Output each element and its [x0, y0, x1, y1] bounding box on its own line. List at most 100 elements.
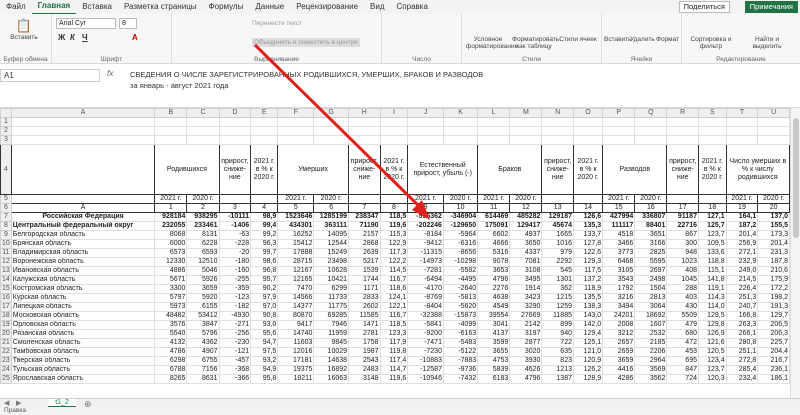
year-cell[interactable] [250, 194, 279, 204]
data-cell[interactable]: 114,5 [379, 266, 409, 276]
column-number[interactable]: 18 [697, 203, 727, 213]
data-cell[interactable]: 126,6 [572, 212, 604, 222]
data-cell[interactable]: 121,6 [697, 338, 727, 348]
data-cell[interactable]: 3064 [634, 302, 668, 312]
year-cell[interactable] [697, 194, 727, 204]
column-header[interactable]: B [154, 108, 188, 118]
data-cell[interactable]: 99,7 [250, 248, 279, 258]
data-cell[interactable]: 142,0 [572, 320, 604, 330]
data-cell[interactable]: 4786 [154, 347, 188, 357]
data-cell[interactable]: 15249 [313, 248, 350, 258]
data-cell[interactable]: 5671 [154, 275, 188, 285]
data-cell[interactable]: 1213 [541, 365, 574, 375]
column-header[interactable]: G [313, 108, 350, 118]
cell[interactable] [218, 117, 252, 127]
data-cell[interactable]: 724 [666, 374, 699, 384]
data-cell[interactable]: -230 [218, 338, 252, 348]
column-header[interactable]: E [250, 108, 279, 118]
data-cell[interactable]: 7081 [509, 257, 543, 267]
bold-button[interactable]: Ж [58, 33, 65, 42]
column-number[interactable]: А [10, 203, 156, 213]
cell[interactable] [218, 135, 252, 145]
column-header[interactable]: T [725, 108, 759, 118]
data-cell[interactable]: 11603 [277, 338, 315, 348]
data-cell[interactable]: 116,7 [379, 275, 409, 285]
data-cell[interactable]: 122,1 [379, 302, 409, 312]
data-cell[interactable]: 3650 [509, 239, 543, 249]
data-cell[interactable]: 722 [541, 338, 574, 348]
column-number[interactable]: 15 [602, 203, 636, 213]
cell[interactable] [10, 126, 156, 136]
data-cell[interactable]: 117,9 [379, 338, 409, 348]
data-cell[interactable]: -2640 [442, 284, 479, 294]
region-name[interactable]: Тверская область [10, 356, 156, 366]
cell[interactable] [602, 126, 636, 136]
row-header[interactable]: 3 [0, 135, 12, 145]
row-header[interactable]: 11 [0, 248, 12, 258]
region-name[interactable]: Костромская область [10, 284, 156, 294]
row-header[interactable]: 13 [0, 266, 12, 276]
data-cell[interactable]: 48482 [154, 311, 188, 321]
data-cell[interactable]: 2483 [348, 365, 381, 375]
data-cell[interactable]: -1406 [218, 221, 252, 231]
cell[interactable]: 2021 г. в % к 2020 г. [697, 144, 727, 195]
data-cell[interactable]: 3659 [602, 356, 636, 366]
data-cell[interactable]: 635 [541, 347, 574, 357]
column-number[interactable]: 16 [634, 203, 668, 213]
data-cell[interactable]: 1504 [634, 284, 668, 294]
region-name[interactable]: Белгородская область [10, 230, 156, 240]
data-cell[interactable]: 175091 [477, 221, 511, 231]
data-cell[interactable]: 115,1 [697, 266, 727, 276]
data-cell[interactable]: -5483 [442, 338, 479, 348]
region-name[interactable]: Тамбовская область [10, 347, 156, 357]
cell[interactable] [634, 126, 668, 136]
column-header[interactable]: C [186, 108, 220, 118]
data-cell[interactable]: 5920 [186, 293, 220, 303]
data-cell[interactable]: 114,0 [697, 302, 727, 312]
data-cell[interactable]: 14740 [277, 329, 315, 339]
data-cell[interactable]: 17888 [277, 248, 315, 258]
data-cell[interactable]: 4638 [477, 293, 511, 303]
cell[interactable] [697, 135, 727, 145]
corner[interactable] [0, 108, 12, 118]
data-cell[interactable]: 238347 [348, 212, 381, 222]
data-cell[interactable]: 3495 [509, 275, 543, 285]
data-cell[interactable]: 1171 [348, 284, 381, 294]
data-cell[interactable]: 9417 [277, 320, 315, 330]
data-cell[interactable]: 256,9 [725, 239, 759, 249]
paste-button[interactable]: 📋 Вставить [4, 18, 44, 41]
data-cell[interactable]: -4099 [442, 320, 479, 330]
data-cell[interactable]: 28715 [277, 257, 315, 267]
region-name[interactable]: Ивановская область [10, 266, 156, 276]
column-number[interactable]: 12 [509, 203, 543, 213]
region-name[interactable]: Центральный федеральный округ [10, 221, 156, 231]
row-header[interactable]: 5 [0, 194, 12, 204]
cell[interactable] [379, 117, 409, 127]
data-cell[interactable]: 2543 [348, 356, 381, 366]
data-cell[interactable]: -9200 [407, 329, 444, 339]
column-number[interactable]: 19 [725, 203, 759, 213]
data-cell[interactable]: -180 [218, 257, 252, 267]
data-cell[interactable]: 118,9 [572, 284, 604, 294]
natural-header[interactable]: Естественный прирост, убыль (-) [407, 144, 479, 195]
data-cell[interactable]: 172,2 [757, 284, 790, 294]
data-cell[interactable]: 4518 [602, 230, 636, 240]
data-cell[interactable]: 3930 [509, 356, 543, 366]
data-cell[interactable]: -10298 [442, 257, 479, 267]
cell[interactable] [186, 135, 220, 145]
data-cell[interactable]: -366 [218, 374, 252, 384]
data-cell[interactable]: 12167 [277, 266, 315, 276]
cell[interactable] [154, 135, 188, 145]
data-cell[interactable]: -8404 [407, 302, 444, 312]
cell[interactable] [477, 117, 511, 127]
cell[interactable] [697, 126, 727, 136]
region-name[interactable]: Ярославская область [10, 374, 156, 384]
data-cell[interactable]: 11585 [348, 311, 381, 321]
format-cells-button[interactable]: Формат [656, 36, 679, 43]
data-cell[interactable]: -129650 [442, 221, 479, 231]
data-cell[interactable]: 3197 [509, 329, 543, 339]
row-header[interactable]: 24 [0, 365, 12, 375]
year-cell[interactable]: 2021 г. [154, 194, 188, 204]
marriages-header[interactable]: Браков [477, 144, 543, 195]
data-cell[interactable]: -6163 [442, 329, 479, 339]
